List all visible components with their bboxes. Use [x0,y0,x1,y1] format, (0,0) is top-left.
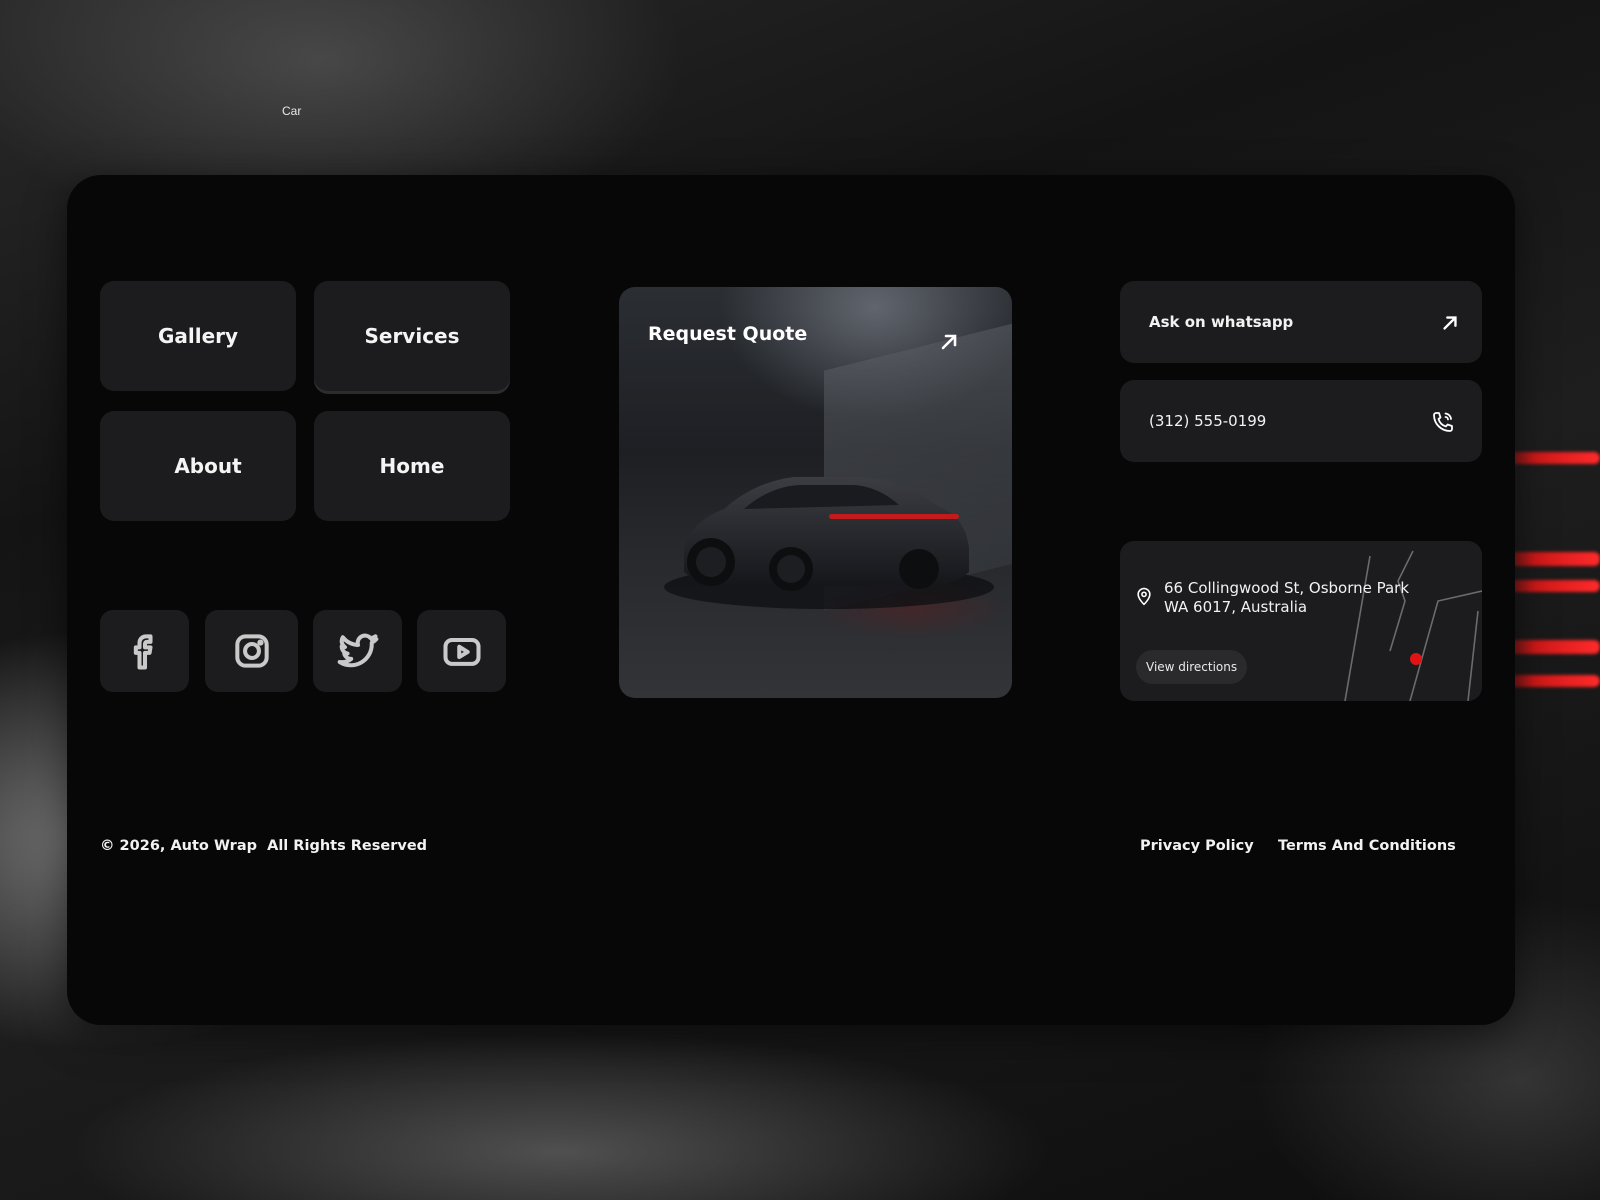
phone-icon [1433,412,1453,432]
instagram-button[interactable] [205,610,298,692]
nav-about-label: About [174,454,242,478]
nav-services-button[interactable]: Services [314,281,510,391]
copyright-text: © 2026, Auto Wrap All Rights Reserved [100,838,428,854]
terms-link[interactable]: Terms And Conditions [1278,838,1456,854]
location-card: 66 Collingwood St, Osborne Park WA 6017,… [1120,541,1482,701]
youtube-button[interactable] [417,610,506,692]
view-directions-button[interactable]: View directions [1136,650,1248,684]
view-directions-label: View directions [1146,660,1238,674]
nav-services-label: Services [364,324,460,348]
privacy-policy-link[interactable]: Privacy Policy [1140,838,1254,854]
twitter-button[interactable] [313,610,402,692]
twitter-icon [337,633,378,668]
nav-gallery-button[interactable]: Gallery [100,281,296,391]
request-quote-card[interactable]: Request Quote [619,287,1012,698]
arrow-up-right-icon [1443,316,1457,330]
phone-button[interactable]: (312) 555-0199 [1120,380,1482,462]
nav-about-button[interactable]: About [100,411,296,521]
ask-whatsapp-button[interactable]: Ask on whatsapp [1120,281,1482,363]
address-line-1: 66 Collingwood St, Osborne Park [1164,579,1410,597]
nav-gallery-label: Gallery [157,324,239,348]
footer-panel: Gallery Services About Home Request Quot… [67,175,1515,1025]
facebook-button[interactable] [100,610,189,692]
map-pin-icon [1137,587,1151,606]
phone-number: (312) 555-0199 [1149,412,1267,430]
address: 66 Collingwood St, Osborne Park WA 6017,… [1164,579,1434,617]
address-line-2: WA 6017, Australia [1164,598,1308,616]
nav-home-label: Home [379,454,445,478]
instagram-icon [234,634,269,668]
background-image-label: Car [282,104,302,118]
youtube-icon [442,637,481,666]
nav-home-button[interactable]: Home [314,411,510,521]
request-quote-title: Request Quote [648,323,808,345]
whatsapp-label: Ask on whatsapp [1149,313,1294,331]
arrow-up-right-icon [941,334,957,350]
facebook-icon [133,634,153,670]
